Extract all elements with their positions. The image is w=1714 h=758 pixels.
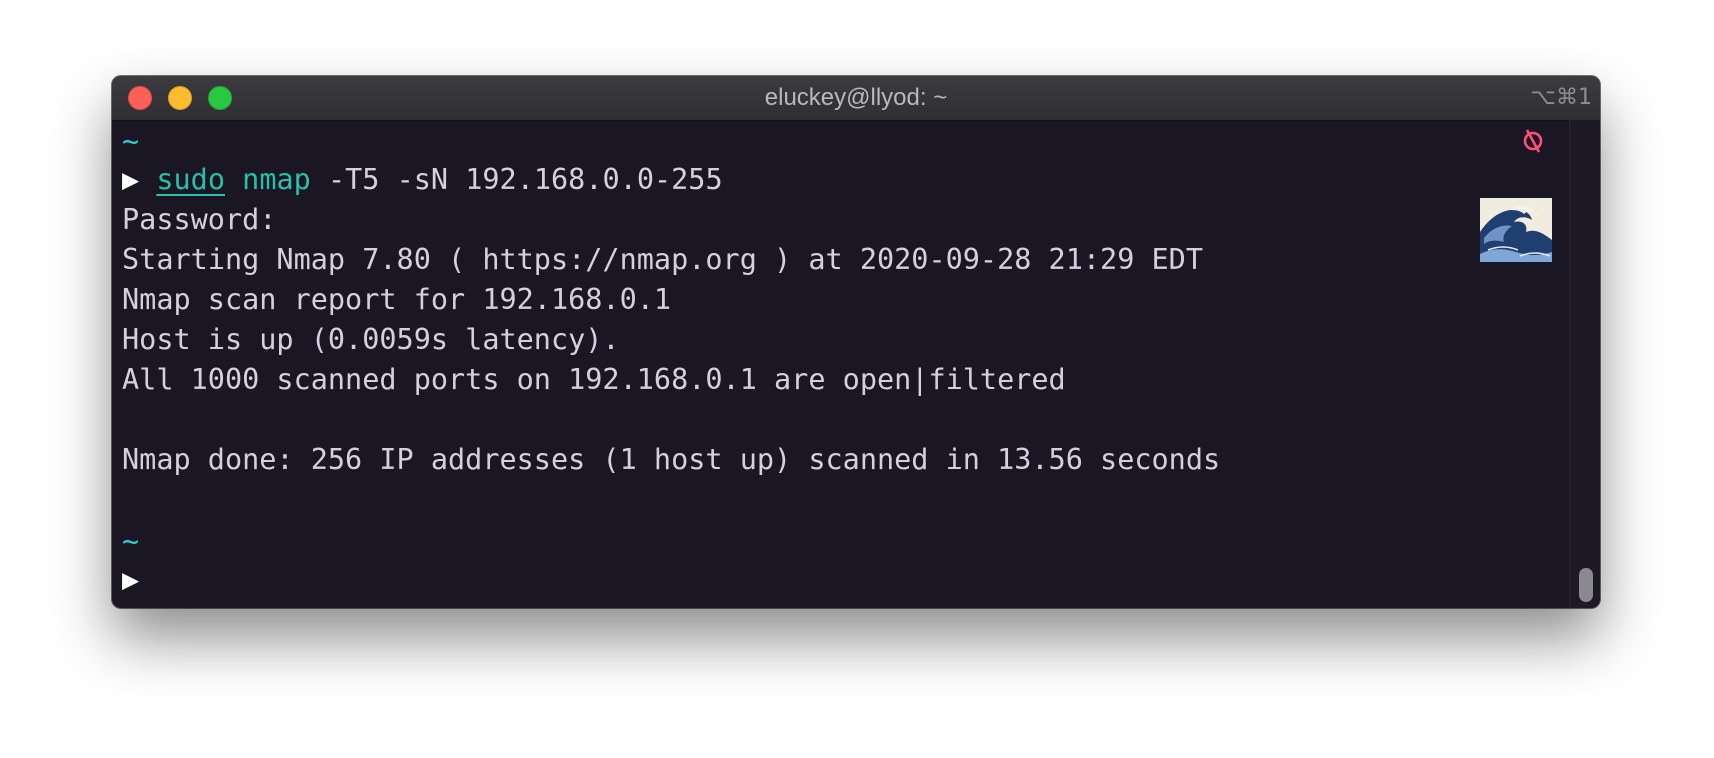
command-line: ▶ sudo nmap -T5 -sN 192.168.0.0-255: [122, 160, 723, 200]
wave-emoji-icon: [1480, 198, 1552, 262]
output-line: Host is up (0.0059s latency).: [122, 323, 620, 356]
prompt-directory: ~: [122, 125, 140, 158]
output-line: Nmap scan report for 192.168.0.1: [122, 283, 672, 316]
terminal-content[interactable]: ~ ▶ sudo nmap -T5 -sN 192.168.0.0-255 Pa…: [122, 120, 1560, 608]
command-line[interactable]: ▶: [122, 560, 139, 600]
output-line: Nmap done: 256 IP addresses (1 host up) …: [122, 443, 1221, 476]
terminal-window: eluckey@llyod: ~ ⌥⌘1 ~ ▶ sudo nmap -T5 -…: [112, 76, 1600, 608]
command-args: -T5 -sN 192.168.0.0-255: [327, 163, 723, 196]
window-shortcut: ⌥⌘1: [1530, 85, 1592, 110]
command-sudo: sudo: [156, 163, 225, 196]
no-git-icon: [1523, 129, 1543, 153]
prompt-directory: ~: [122, 525, 140, 558]
title-bar[interactable]: eluckey@llyod: ~ ⌥⌘1: [112, 76, 1600, 121]
output-line: All 1000 scanned ports on 192.168.0.1 ar…: [122, 363, 1066, 396]
scrollbar-thumb[interactable]: [1579, 568, 1593, 602]
window-title: eluckey@llyod: ~: [764, 84, 948, 111]
prompt-arrow-icon: ▶: [122, 563, 140, 596]
scrollbar[interactable]: [1569, 120, 1600, 608]
output-line: Password:: [122, 203, 277, 236]
prompt-arrow-icon: ▶: [122, 163, 140, 196]
output-line: Starting Nmap 7.80 ( https://nmap.org ) …: [122, 243, 1203, 276]
command-nmap: nmap: [242, 163, 311, 196]
